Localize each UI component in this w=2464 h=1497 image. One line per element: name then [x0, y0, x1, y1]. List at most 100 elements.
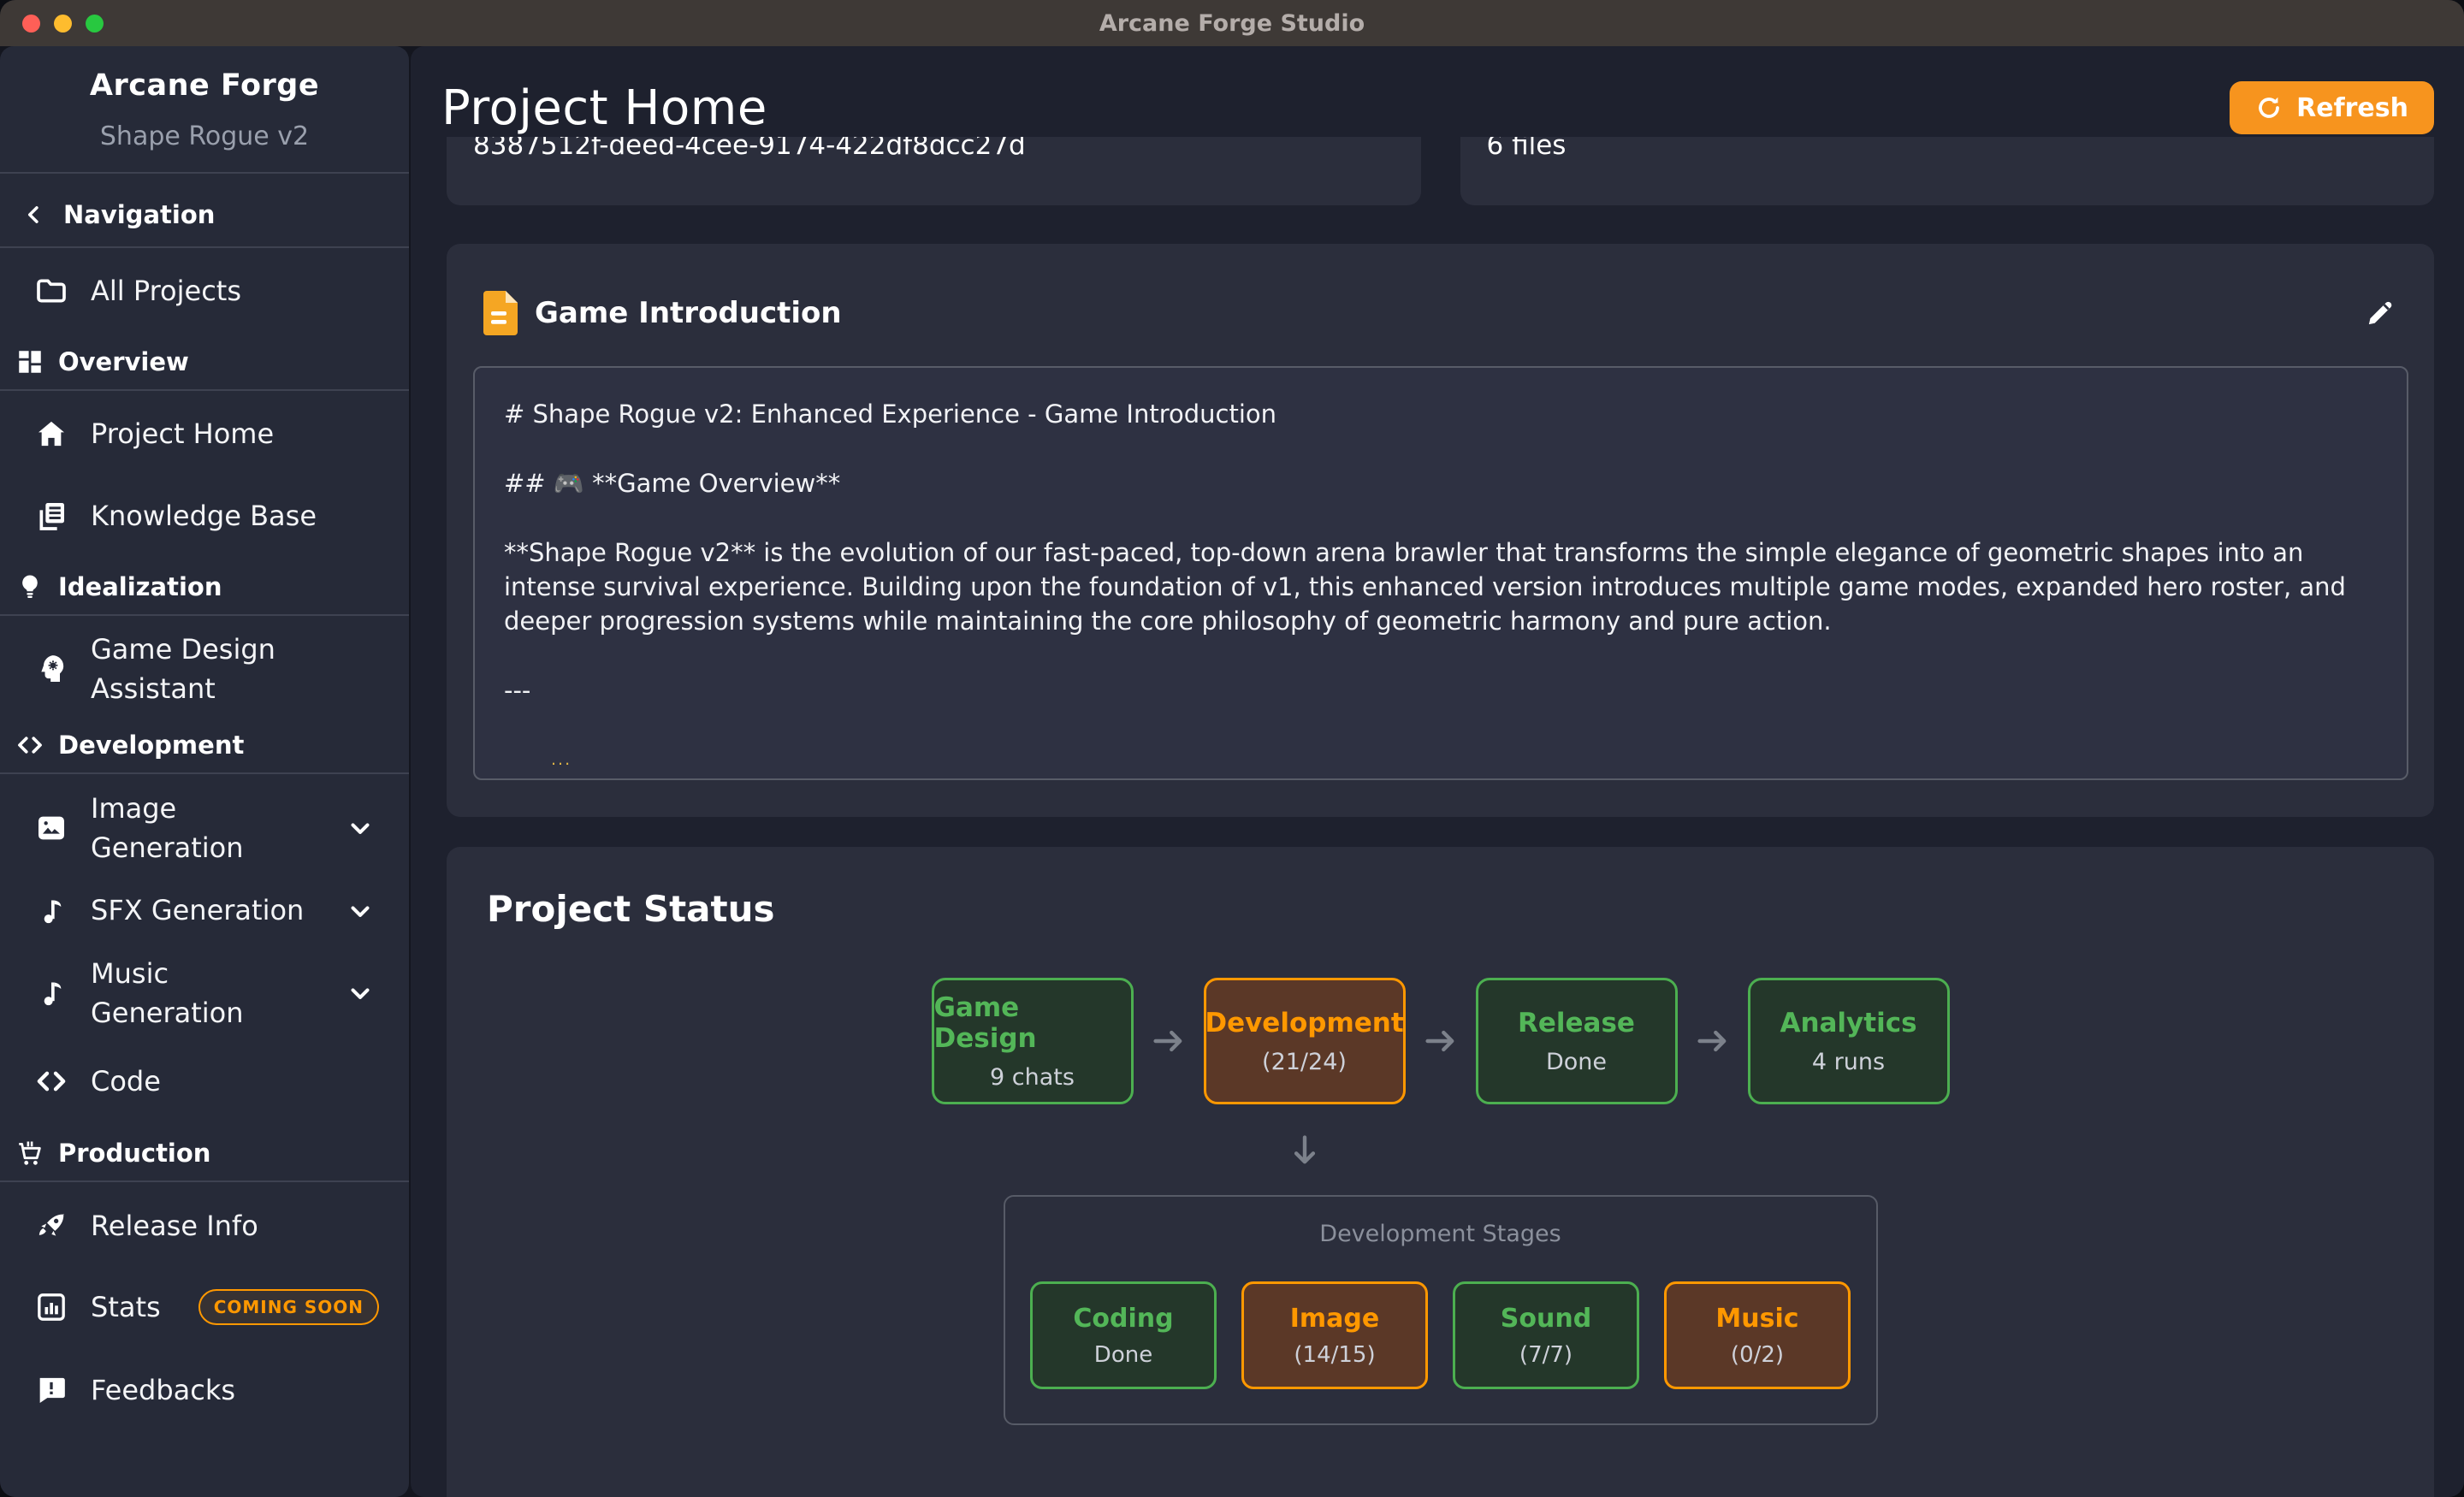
md-heading-1: # Shape Rogue v2: Enhanced Experience - …	[504, 397, 2372, 431]
introduction-markdown: # Shape Rogue v2: Enhanced Experience - …	[473, 366, 2408, 780]
sidebar: Arcane Forge Shape Rogue v2 Navigation A…	[0, 46, 409, 1497]
chevron-down-icon	[346, 896, 375, 926]
sidebar-item-label: Release Info	[91, 1206, 258, 1246]
sidebar-item-code[interactable]: Code	[0, 1057, 409, 1105]
flow-stage-detail: (21/24)	[1262, 1049, 1347, 1075]
dev-stage-sound: Sound (7/7)	[1453, 1281, 1639, 1389]
dev-stage-image: Image (14/15)	[1241, 1281, 1428, 1389]
dev-stage-detail: Done	[1094, 1342, 1152, 1368]
sidebar-item-label: SFX Generation	[91, 891, 304, 930]
maximize-button[interactable]	[86, 15, 104, 33]
dashboard-icon	[15, 347, 44, 376]
sidebar-section-development: Development	[0, 723, 409, 767]
edit-button[interactable]	[2362, 295, 2398, 331]
flow-stage-label: Development	[1205, 1008, 1403, 1038]
page-title: Project Home	[441, 80, 767, 136]
app-name: Arcane Forge	[0, 68, 409, 103]
sidebar-item-label: Code	[91, 1062, 161, 1101]
refresh-button[interactable]: Refresh	[2230, 81, 2434, 134]
sidebar-back-navigation[interactable]: Navigation	[0, 188, 409, 241]
refresh-icon	[2255, 94, 2283, 121]
image-icon	[34, 811, 68, 845]
arrow-right-icon	[1134, 1022, 1204, 1060]
main-content: Project Home Refresh 8387512f-deed-4cee-…	[411, 46, 2464, 1497]
dev-stage-music: Music (0/2)	[1664, 1281, 1851, 1389]
sidebar-item-knowledge-base[interactable]: Knowledge Base	[0, 492, 409, 540]
flow-stage-release: Release Done	[1476, 978, 1678, 1104]
flow-stage-label: Analytics	[1780, 1008, 1916, 1038]
game-introduction-card: Game Introduction # Shape Rogue v2: Enha…	[447, 244, 2434, 817]
divider	[0, 389, 409, 391]
flow-stage-label: Release	[1518, 1008, 1635, 1038]
md-rule: ---	[504, 673, 2372, 707]
main-scroll-area[interactable]: 8387512f-deed-4cee-9174-422df8dcc27d 6 f…	[411, 137, 2464, 1497]
chevron-down-icon	[346, 814, 375, 843]
dev-stage-label: Coding	[1073, 1304, 1173, 1334]
sidebar-item-feedbacks[interactable]: Feedbacks	[0, 1366, 409, 1414]
main-header: Project Home Refresh	[411, 46, 2464, 137]
arrow-right-icon	[1678, 1022, 1748, 1060]
chevron-left-icon	[22, 203, 46, 227]
divider	[0, 246, 409, 248]
development-stages-panel: Development Stages Coding Done Image (14…	[1004, 1195, 1878, 1425]
md-paragraph: **Shape Rogue v2** is the evolution of o…	[504, 535, 2372, 638]
music-note-icon	[34, 976, 68, 1010]
sidebar-header-label: Overview	[58, 347, 189, 376]
refresh-label: Refresh	[2296, 93, 2408, 123]
sidebar-item-image-generation[interactable]: Image Generation	[0, 789, 409, 868]
close-button[interactable]	[22, 15, 40, 33]
sidebar-section-overview: Overview	[0, 340, 409, 384]
folder-icon	[34, 274, 68, 308]
sidebar-header-label: Production	[58, 1139, 210, 1168]
flow-stage-analytics: Analytics 4 runs	[1748, 978, 1950, 1104]
code-icon	[34, 1064, 68, 1098]
sidebar-item-label: Game Design Assistant	[91, 630, 330, 709]
project-id-card: 8387512f-deed-4cee-9174-422df8dcc27d	[447, 137, 1421, 205]
sidebar-item-release-info[interactable]: Release Info	[0, 1202, 409, 1250]
project-name: Shape Rogue v2	[0, 121, 409, 151]
dev-stage-coding: Coding Done	[1030, 1281, 1217, 1389]
flow-stage-detail: 4 runs	[1812, 1049, 1885, 1075]
sidebar-item-label: Stats	[91, 1287, 161, 1327]
sidebar-item-game-design-assistant[interactable]: Game Design Assistant	[0, 630, 409, 709]
sidebar-item-label: Project Home	[91, 414, 274, 453]
arrow-right-icon	[1406, 1022, 1476, 1060]
flow-stage-game-design: Game Design 9 chats	[932, 978, 1134, 1104]
flow-stage-detail: 9 chats	[990, 1064, 1075, 1091]
sidebar-header-label: Development	[58, 731, 244, 760]
titlebar: Arcane Forge Studio	[0, 0, 2464, 46]
coming-soon-badge: COMING SOON	[198, 1289, 379, 1325]
divider	[0, 614, 409, 616]
arrow-down-icon	[447, 1132, 2298, 1169]
book-icon	[34, 499, 68, 533]
dev-stage-detail: (14/15)	[1294, 1342, 1375, 1368]
feedback-bubble-icon	[34, 1373, 68, 1407]
pencil-icon	[2362, 295, 2398, 331]
development-stages-label: Development Stages	[1005, 1221, 1876, 1247]
sidebar-item-music-generation[interactable]: Music Generation	[0, 954, 409, 1033]
status-flow: Game Design 9 chats Development (21/24)	[447, 978, 2434, 1104]
md-truncated: ...	[551, 743, 2372, 777]
divider	[0, 772, 409, 774]
chevron-down-icon	[346, 979, 375, 1008]
sidebar-item-stats[interactable]: Stats COMING SOON	[0, 1283, 409, 1331]
sidebar-item-label: Knowledge Base	[91, 496, 317, 535]
files-card: 6 files	[1460, 137, 2435, 205]
flow-stage-label: Game Design	[934, 992, 1131, 1054]
sidebar-item-all-projects[interactable]: All Projects	[0, 267, 409, 315]
sidebar-item-sfx-generation[interactable]: SFX Generation	[0, 887, 409, 935]
divider	[0, 172, 409, 174]
cart-icon	[15, 1139, 44, 1168]
music-note-icon	[34, 894, 68, 928]
project-status-card: Project Status Game Design 9 chats Devel…	[447, 847, 2434, 1497]
dev-stage-label: Image	[1290, 1304, 1380, 1334]
sidebar-header-label: Idealization	[58, 572, 222, 601]
flow-stage-detail: Done	[1546, 1049, 1607, 1075]
traffic-lights	[22, 0, 104, 46]
md-heading-2: ## 🎮 **Game Overview**	[504, 466, 2372, 500]
minimize-button[interactable]	[54, 15, 72, 33]
sidebar-item-project-home[interactable]: Project Home	[0, 410, 409, 458]
dev-stage-label: Music	[1715, 1304, 1798, 1334]
code-icon	[15, 731, 44, 760]
sidebar-section-production: Production	[0, 1131, 409, 1175]
